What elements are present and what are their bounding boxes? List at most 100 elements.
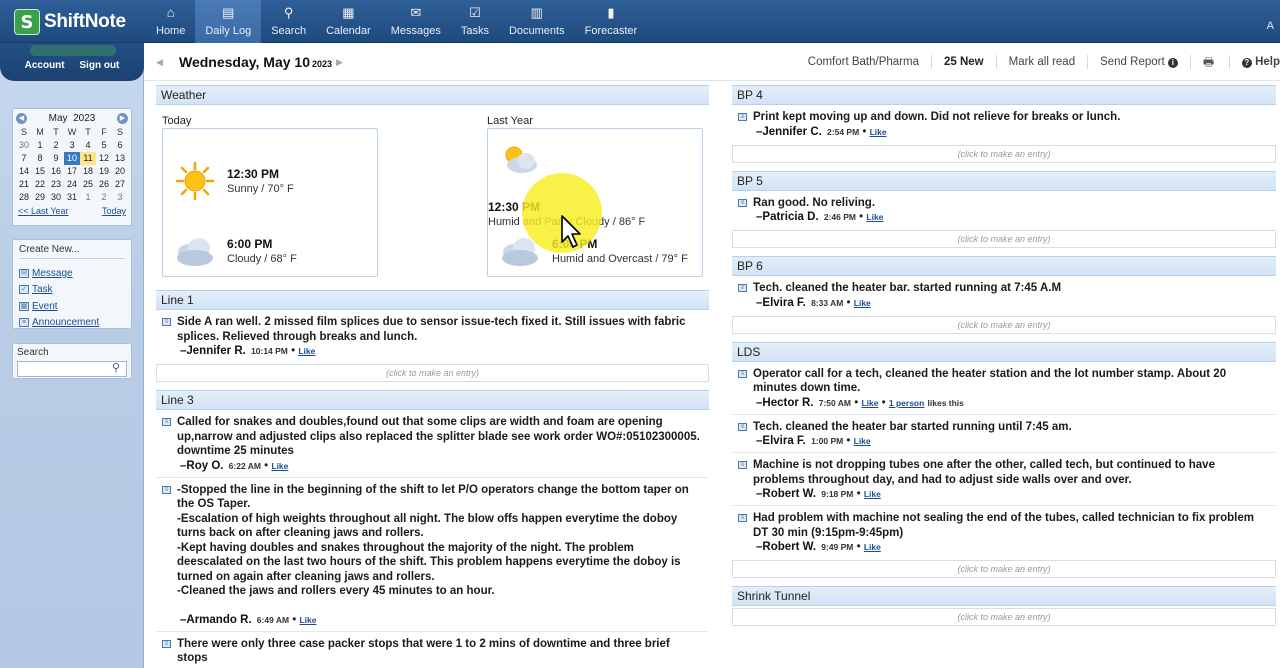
create-task-item[interactable]: ✓ Task xyxy=(19,282,125,299)
create-event-item[interactable]: ▦ Event xyxy=(19,298,125,315)
calendar-day[interactable]: 16 xyxy=(48,165,64,178)
calendar-grid: S M T W T F S 30 1 2 3 4 5 6 7 8 9 10 11 12 13 14 15 16 17 18 19 20… xyxy=(16,126,128,204)
calendar-day[interactable]: 23 xyxy=(48,178,64,191)
calendar-day[interactable]: 28 xyxy=(16,191,32,204)
announcement-icon: ≡ xyxy=(19,318,29,328)
calendar-day[interactable]: 1 xyxy=(32,139,48,152)
make-entry-button[interactable]: (click to make an entry) xyxy=(732,315,1276,334)
calendar-day[interactable]: 13 xyxy=(112,152,128,165)
make-entry-button[interactable]: (click to make an entry) xyxy=(156,364,709,382)
calendar-day[interactable]: 30 xyxy=(48,191,64,204)
log-entry[interactable]: ≡ Machine is not dropping tubes one after… xyxy=(732,453,1276,506)
account-link[interactable]: Account xyxy=(25,60,65,71)
create-event-link[interactable]: Event xyxy=(32,301,58,312)
calendar-day[interactable]: 26 xyxy=(96,178,112,191)
log-entry[interactable]: ≡ Had problem with machine not sealing th… xyxy=(732,506,1276,558)
calendar-day[interactable]: 17 xyxy=(64,165,80,178)
calendar-day[interactable]: 6 xyxy=(112,139,128,152)
make-entry-button[interactable]: (click to make an entry) xyxy=(732,560,1276,578)
calendar-next-month-icon[interactable]: ▶ xyxy=(117,112,128,124)
like-link[interactable]: Like xyxy=(870,127,887,137)
likes-person-link[interactable]: 1 person xyxy=(889,398,924,408)
create-message-link[interactable]: Message xyxy=(32,268,73,279)
make-entry-button[interactable]: (click to make an entry) xyxy=(732,144,1276,163)
like-link[interactable]: Like xyxy=(854,436,871,446)
log-entry[interactable]: ≡ Tech. cleaned the heater bar. started r… xyxy=(732,276,1276,314)
like-link[interactable]: Like xyxy=(864,542,881,552)
today-link[interactable]: Today xyxy=(102,206,126,216)
nav-right-partial[interactable]: A xyxy=(1267,20,1274,32)
create-message-item[interactable]: ✉ Message xyxy=(19,265,125,282)
calendar-day[interactable]: 9 xyxy=(48,152,64,165)
calendar-day[interactable]: 30 xyxy=(16,139,32,152)
log-entry[interactable]: ≡ There were only three case packer stops… xyxy=(156,632,709,668)
calendar-day[interactable]: 11 xyxy=(80,152,96,165)
calendar-day[interactable]: 31 xyxy=(64,191,80,204)
calendar-day[interactable]: 24 xyxy=(64,178,80,191)
nav-forecaster[interactable]: ▮ Forecaster xyxy=(575,0,648,43)
calendar-day[interactable]: 20 xyxy=(112,165,128,178)
nav-messages[interactable]: ✉ Messages xyxy=(381,0,451,43)
shiftnote-logo[interactable]: S ShiftNote xyxy=(14,8,126,36)
nav-search[interactable]: ⚲ Search xyxy=(261,0,316,43)
send-report-button[interactable]: Send Report i xyxy=(1100,56,1178,68)
weekday-header: S xyxy=(116,127,123,137)
log-entry[interactable]: ≡ Called for snakes and doubles,found out… xyxy=(156,410,709,478)
calendar-day[interactable]: 15 xyxy=(32,165,48,178)
make-entry-button[interactable]: (click to make an entry) xyxy=(732,608,1276,626)
last-year-link[interactable]: << Last Year xyxy=(18,206,69,216)
calendar-day[interactable]: 3 xyxy=(64,139,80,152)
sign-out-link[interactable]: Sign out xyxy=(79,60,119,71)
nav-documents[interactable]: ▥ Documents xyxy=(499,0,575,43)
calendar-day[interactable]: 14 xyxy=(16,165,32,178)
like-link[interactable]: Like xyxy=(854,298,871,308)
nav-home[interactable]: ⌂ Home xyxy=(146,0,195,43)
help-button[interactable]: ? Help xyxy=(1241,56,1280,68)
log-entry[interactable]: ≡ -Stopped the line in the beginning of t… xyxy=(156,478,709,632)
nav-calendar[interactable]: ▦ Calendar xyxy=(316,0,381,43)
create-task-link[interactable]: Task xyxy=(32,284,53,295)
calendar-day[interactable]: 1 xyxy=(80,191,96,204)
calendar-day[interactable]: 27 xyxy=(112,178,128,191)
calendar-day[interactable]: 7 xyxy=(16,152,32,165)
like-link[interactable]: Like xyxy=(271,461,288,471)
calendar-day[interactable]: 18 xyxy=(80,165,96,178)
like-link[interactable]: Like xyxy=(864,489,881,499)
mark-all-read-button[interactable]: Mark all read xyxy=(1009,56,1075,68)
log-entry[interactable]: ≡ Ran good. No reliving. –Patricia D. 2:46… xyxy=(732,191,1276,229)
calendar-day[interactable]: 25 xyxy=(80,178,96,191)
calendar-day[interactable]: 12 xyxy=(96,152,112,165)
log-entry[interactable]: ≡ Operator call for a tech, cleaned the h… xyxy=(732,362,1276,415)
previous-day-icon[interactable]: ◀ xyxy=(156,55,166,69)
calendar-prev-month-icon[interactable]: ◀ xyxy=(16,112,27,124)
nav-tasks[interactable]: ☑ Tasks xyxy=(451,0,499,43)
calendar-day[interactable]: 5 xyxy=(96,139,112,152)
calendar-day[interactable]: 29 xyxy=(32,191,48,204)
log-entry[interactable]: ≡ Side A ran well. 2 missed film splices … xyxy=(156,310,709,362)
log-entry[interactable]: ≡ Tech. cleaned the heater bar started ru… xyxy=(732,415,1276,453)
nav-daily-log[interactable]: ▤ Daily Log xyxy=(195,0,262,43)
calendar-day[interactable]: 2 xyxy=(48,139,64,152)
calendar-day[interactable]: 10 xyxy=(64,152,80,165)
calendar-day[interactable]: 22 xyxy=(32,178,48,191)
calendar-day[interactable]: 21 xyxy=(16,178,32,191)
make-entry-button[interactable]: (click to make an entry) xyxy=(732,230,1276,248)
new-count-badge[interactable]: 25 New xyxy=(944,56,984,68)
create-announcement-item[interactable]: ≡ Announcement xyxy=(19,315,125,332)
search-icon[interactable]: ⚲ xyxy=(112,362,124,374)
calendar-day[interactable]: 2 xyxy=(96,191,112,204)
like-link[interactable]: Like xyxy=(861,398,878,408)
like-link[interactable]: Like xyxy=(866,212,883,222)
location-label[interactable]: Comfort Bath/Pharma xyxy=(808,56,919,68)
like-link[interactable]: Like xyxy=(299,615,316,625)
print-icon[interactable]: 🖶 xyxy=(1203,56,1217,68)
calendar-day[interactable]: 8 xyxy=(32,152,48,165)
search-input[interactable] xyxy=(17,360,127,377)
calendar-day[interactable]: 3 xyxy=(112,191,128,204)
calendar-day[interactable]: 19 xyxy=(96,165,112,178)
create-announcement-link[interactable]: Announcement xyxy=(32,317,99,328)
next-day-icon[interactable]: ▶ xyxy=(336,55,346,69)
log-entry[interactable]: ≡ Print kept moving up and down. Did not … xyxy=(732,105,1276,143)
calendar-day[interactable]: 4 xyxy=(80,139,96,152)
like-link[interactable]: Like xyxy=(298,346,315,356)
